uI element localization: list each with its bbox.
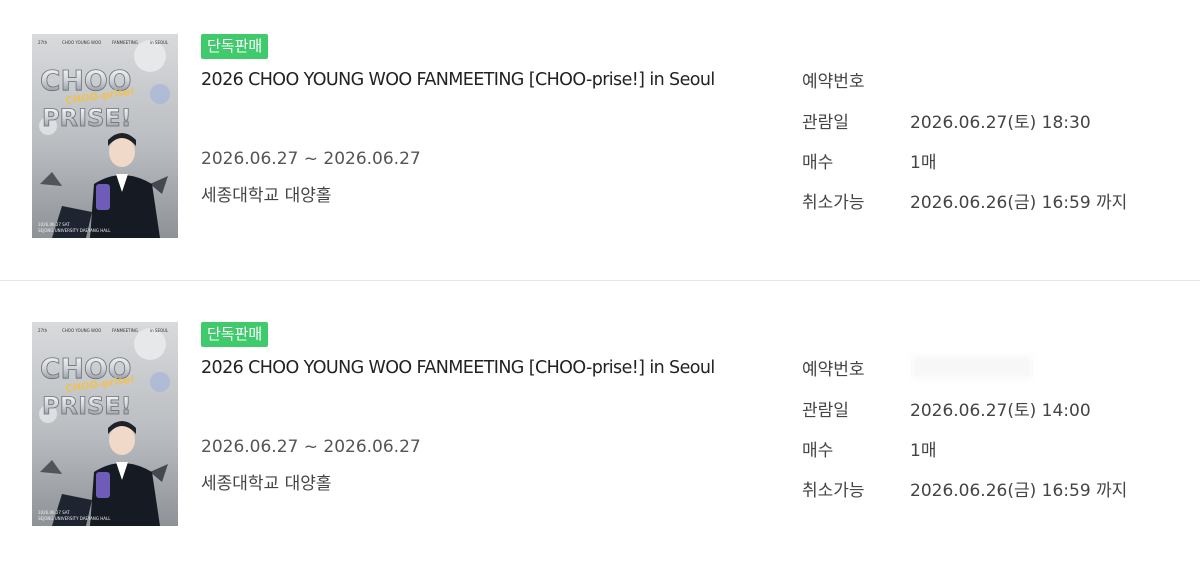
svg-text:FANMEETING: FANMEETING [112,328,138,333]
cancel-deadline-label: 취소가능 [802,193,865,213]
event-venue: 세종대학교 대양홀 [201,186,332,206]
ticket-count-label: 매수 [802,153,834,173]
view-date-value: 2026.06.27(토) 18:30 [910,113,1091,133]
event-title[interactable]: 2026 CHOO YOUNG WOO FANMEETING [CHOO-pri… [201,358,715,378]
ticket-count-value: 1매 [910,441,937,461]
divider [0,280,1200,281]
svg-text:2026.06.27 SAT: 2026.06.27 SAT [38,222,70,227]
svg-text:FANMEETING: FANMEETING [112,40,138,45]
cancel-deadline-label: 취소가능 [802,481,865,501]
ticket-count-value: 1매 [910,153,937,173]
view-date-label: 관람일 [802,401,849,421]
view-date-value: 2026.06.27(토) 14:00 [910,401,1091,421]
svg-text:2026.06.27 SAT: 2026.06.27 SAT [38,510,70,515]
svg-text:SEJONG UNIVERSITY DAEYANG HALL: SEJONG UNIVERSITY DAEYANG HALL [38,516,111,521]
event-title[interactable]: 2026 CHOO YOUNG WOO FANMEETING [CHOO-pri… [201,70,715,90]
reservation-number-label: 예약번호 [802,72,865,92]
event-poster-image[interactable]: CHOO PRISE! CHOO-prise! 27th CHOO YOUNG … [32,322,178,526]
svg-text:in SEOUL: in SEOUL [150,40,169,45]
event-venue: 세종대학교 대양홀 [201,474,332,494]
booking-item[interactable]: CHOO PRISE! CHOO-prise! 27th CHOO YOUNG … [0,288,1200,568]
redacted-reservation-number [912,356,1032,378]
svg-text:27th: 27th [38,328,48,333]
exclusive-sale-badge: 단독판매 [201,34,269,59]
event-period: 2026.06.27 ~ 2026.06.27 [201,149,421,169]
poster-text: 27th [38,40,48,45]
cancel-deadline-value: 2026.06.26(금) 16:59 까지 [910,481,1128,501]
svg-text:PRISE!: PRISE! [42,392,132,420]
reservation-number-label: 예약번호 [802,360,865,380]
booking-item[interactable]: CHOO PRISE! CHOO-prise! 27th CHOO YOUNG … [0,0,1200,280]
event-poster-image[interactable]: CHOO PRISE! CHOO-prise! 27th CHOO YOUNG … [32,34,178,238]
event-period: 2026.06.27 ~ 2026.06.27 [201,437,421,457]
exclusive-sale-badge: 단독판매 [201,322,269,347]
ticket-count-label: 매수 [802,441,834,461]
cancel-deadline-value: 2026.06.26(금) 16:59 까지 [910,193,1128,213]
svg-text:CHOO YOUNG WOO: CHOO YOUNG WOO [62,328,101,333]
svg-text:in SEOUL: in SEOUL [150,328,169,333]
svg-text:PRISE!: PRISE! [42,104,132,132]
svg-text:SEJONG UNIVERSITY DAEYANG HALL: SEJONG UNIVERSITY DAEYANG HALL [38,228,111,233]
svg-text:CHOO YOUNG WOO: CHOO YOUNG WOO [62,40,101,45]
view-date-label: 관람일 [802,113,849,133]
